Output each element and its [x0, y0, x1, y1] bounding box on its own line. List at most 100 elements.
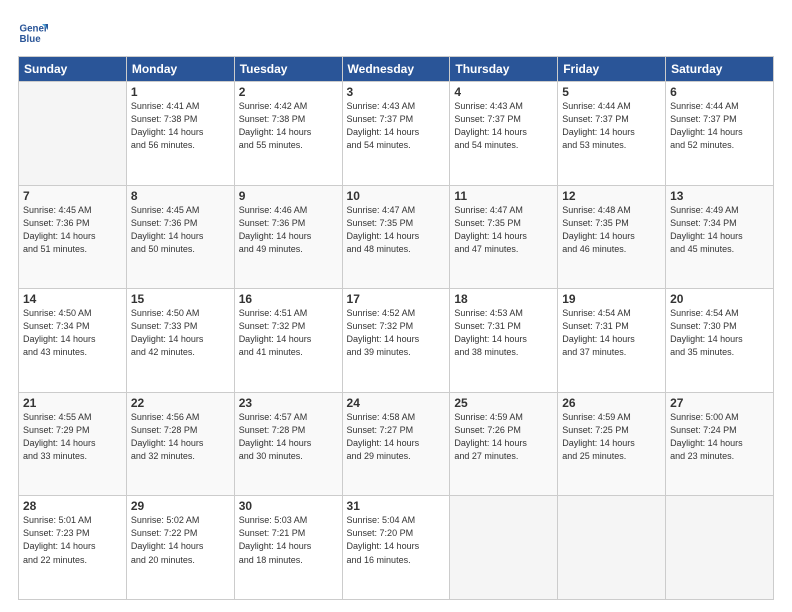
day-info: Sunrise: 4:57 AM Sunset: 7:28 PM Dayligh… [239, 411, 338, 463]
day-number: 20 [670, 292, 769, 306]
calendar-day-cell: 3Sunrise: 4:43 AM Sunset: 7:37 PM Daylig… [342, 82, 450, 186]
day-number: 1 [131, 85, 230, 99]
calendar-day-cell [450, 496, 558, 600]
day-info: Sunrise: 4:50 AM Sunset: 7:34 PM Dayligh… [23, 307, 122, 359]
day-info: Sunrise: 4:51 AM Sunset: 7:32 PM Dayligh… [239, 307, 338, 359]
calendar-day-cell: 25Sunrise: 4:59 AM Sunset: 7:26 PM Dayli… [450, 392, 558, 496]
day-number: 19 [562, 292, 661, 306]
day-info: Sunrise: 4:58 AM Sunset: 7:27 PM Dayligh… [347, 411, 446, 463]
calendar-day-cell [558, 496, 666, 600]
day-number: 4 [454, 85, 553, 99]
calendar-day-cell: 19Sunrise: 4:54 AM Sunset: 7:31 PM Dayli… [558, 289, 666, 393]
calendar-day-header: Thursday [450, 57, 558, 82]
calendar-day-header: Monday [126, 57, 234, 82]
day-number: 3 [347, 85, 446, 99]
day-number: 24 [347, 396, 446, 410]
calendar-day-cell: 14Sunrise: 4:50 AM Sunset: 7:34 PM Dayli… [19, 289, 127, 393]
calendar-day-cell: 10Sunrise: 4:47 AM Sunset: 7:35 PM Dayli… [342, 185, 450, 289]
day-info: Sunrise: 4:44 AM Sunset: 7:37 PM Dayligh… [562, 100, 661, 152]
calendar-day-cell: 18Sunrise: 4:53 AM Sunset: 7:31 PM Dayli… [450, 289, 558, 393]
calendar-day-cell: 13Sunrise: 4:49 AM Sunset: 7:34 PM Dayli… [666, 185, 774, 289]
day-number: 18 [454, 292, 553, 306]
day-info: Sunrise: 4:42 AM Sunset: 7:38 PM Dayligh… [239, 100, 338, 152]
day-number: 28 [23, 499, 122, 513]
calendar-table: SundayMondayTuesdayWednesdayThursdayFrid… [18, 56, 774, 600]
day-info: Sunrise: 4:43 AM Sunset: 7:37 PM Dayligh… [454, 100, 553, 152]
day-info: Sunrise: 4:54 AM Sunset: 7:31 PM Dayligh… [562, 307, 661, 359]
day-number: 5 [562, 85, 661, 99]
calendar-day-cell: 2Sunrise: 4:42 AM Sunset: 7:38 PM Daylig… [234, 82, 342, 186]
day-info: Sunrise: 5:04 AM Sunset: 7:20 PM Dayligh… [347, 514, 446, 566]
day-number: 12 [562, 189, 661, 203]
day-info: Sunrise: 4:49 AM Sunset: 7:34 PM Dayligh… [670, 204, 769, 256]
calendar-header-row: SundayMondayTuesdayWednesdayThursdayFrid… [19, 57, 774, 82]
calendar-day-cell: 1Sunrise: 4:41 AM Sunset: 7:38 PM Daylig… [126, 82, 234, 186]
calendar-day-cell: 21Sunrise: 4:55 AM Sunset: 7:29 PM Dayli… [19, 392, 127, 496]
calendar-day-cell: 27Sunrise: 5:00 AM Sunset: 7:24 PM Dayli… [666, 392, 774, 496]
day-number: 23 [239, 396, 338, 410]
day-number: 26 [562, 396, 661, 410]
calendar-day-cell: 26Sunrise: 4:59 AM Sunset: 7:25 PM Dayli… [558, 392, 666, 496]
day-number: 8 [131, 189, 230, 203]
calendar-day-cell: 8Sunrise: 4:45 AM Sunset: 7:36 PM Daylig… [126, 185, 234, 289]
day-number: 10 [347, 189, 446, 203]
day-number: 15 [131, 292, 230, 306]
day-info: Sunrise: 4:44 AM Sunset: 7:37 PM Dayligh… [670, 100, 769, 152]
day-info: Sunrise: 4:48 AM Sunset: 7:35 PM Dayligh… [562, 204, 661, 256]
day-number: 6 [670, 85, 769, 99]
day-number: 13 [670, 189, 769, 203]
logo: General Blue [18, 18, 52, 48]
day-info: Sunrise: 4:45 AM Sunset: 7:36 PM Dayligh… [23, 204, 122, 256]
calendar-day-cell: 30Sunrise: 5:03 AM Sunset: 7:21 PM Dayli… [234, 496, 342, 600]
calendar-day-cell: 24Sunrise: 4:58 AM Sunset: 7:27 PM Dayli… [342, 392, 450, 496]
calendar-day-cell: 16Sunrise: 4:51 AM Sunset: 7:32 PM Dayli… [234, 289, 342, 393]
calendar-day-cell: 9Sunrise: 4:46 AM Sunset: 7:36 PM Daylig… [234, 185, 342, 289]
day-info: Sunrise: 4:50 AM Sunset: 7:33 PM Dayligh… [131, 307, 230, 359]
day-number: 11 [454, 189, 553, 203]
page: General Blue SundayMondayTuesdayWednesda… [0, 0, 792, 612]
day-info: Sunrise: 4:54 AM Sunset: 7:30 PM Dayligh… [670, 307, 769, 359]
calendar-week-row: 21Sunrise: 4:55 AM Sunset: 7:29 PM Dayli… [19, 392, 774, 496]
calendar-day-cell: 22Sunrise: 4:56 AM Sunset: 7:28 PM Dayli… [126, 392, 234, 496]
calendar-week-row: 1Sunrise: 4:41 AM Sunset: 7:38 PM Daylig… [19, 82, 774, 186]
calendar-day-cell: 12Sunrise: 4:48 AM Sunset: 7:35 PM Dayli… [558, 185, 666, 289]
calendar-day-cell [19, 82, 127, 186]
calendar-day-cell: 5Sunrise: 4:44 AM Sunset: 7:37 PM Daylig… [558, 82, 666, 186]
calendar-day-cell: 15Sunrise: 4:50 AM Sunset: 7:33 PM Dayli… [126, 289, 234, 393]
day-info: Sunrise: 4:55 AM Sunset: 7:29 PM Dayligh… [23, 411, 122, 463]
day-info: Sunrise: 4:41 AM Sunset: 7:38 PM Dayligh… [131, 100, 230, 152]
calendar-week-row: 7Sunrise: 4:45 AM Sunset: 7:36 PM Daylig… [19, 185, 774, 289]
day-info: Sunrise: 4:43 AM Sunset: 7:37 PM Dayligh… [347, 100, 446, 152]
day-info: Sunrise: 4:45 AM Sunset: 7:36 PM Dayligh… [131, 204, 230, 256]
day-info: Sunrise: 5:02 AM Sunset: 7:22 PM Dayligh… [131, 514, 230, 566]
day-info: Sunrise: 4:53 AM Sunset: 7:31 PM Dayligh… [454, 307, 553, 359]
calendar-day-cell: 23Sunrise: 4:57 AM Sunset: 7:28 PM Dayli… [234, 392, 342, 496]
day-info: Sunrise: 4:52 AM Sunset: 7:32 PM Dayligh… [347, 307, 446, 359]
day-info: Sunrise: 5:01 AM Sunset: 7:23 PM Dayligh… [23, 514, 122, 566]
day-number: 14 [23, 292, 122, 306]
day-number: 30 [239, 499, 338, 513]
header: General Blue [18, 18, 774, 48]
day-number: 16 [239, 292, 338, 306]
day-number: 29 [131, 499, 230, 513]
day-number: 22 [131, 396, 230, 410]
day-info: Sunrise: 4:46 AM Sunset: 7:36 PM Dayligh… [239, 204, 338, 256]
day-number: 27 [670, 396, 769, 410]
calendar-day-cell: 11Sunrise: 4:47 AM Sunset: 7:35 PM Dayli… [450, 185, 558, 289]
svg-text:Blue: Blue [20, 34, 42, 45]
day-number: 2 [239, 85, 338, 99]
calendar-day-cell [666, 496, 774, 600]
calendar-day-cell: 31Sunrise: 5:04 AM Sunset: 7:20 PM Dayli… [342, 496, 450, 600]
calendar-day-cell: 7Sunrise: 4:45 AM Sunset: 7:36 PM Daylig… [19, 185, 127, 289]
calendar-day-cell: 28Sunrise: 5:01 AM Sunset: 7:23 PM Dayli… [19, 496, 127, 600]
day-info: Sunrise: 5:03 AM Sunset: 7:21 PM Dayligh… [239, 514, 338, 566]
calendar-day-cell: 6Sunrise: 4:44 AM Sunset: 7:37 PM Daylig… [666, 82, 774, 186]
calendar-day-header: Wednesday [342, 57, 450, 82]
calendar-day-cell: 4Sunrise: 4:43 AM Sunset: 7:37 PM Daylig… [450, 82, 558, 186]
day-info: Sunrise: 5:00 AM Sunset: 7:24 PM Dayligh… [670, 411, 769, 463]
day-info: Sunrise: 4:59 AM Sunset: 7:25 PM Dayligh… [562, 411, 661, 463]
day-number: 25 [454, 396, 553, 410]
calendar-day-cell: 17Sunrise: 4:52 AM Sunset: 7:32 PM Dayli… [342, 289, 450, 393]
day-number: 17 [347, 292, 446, 306]
logo-icon: General Blue [18, 18, 48, 48]
